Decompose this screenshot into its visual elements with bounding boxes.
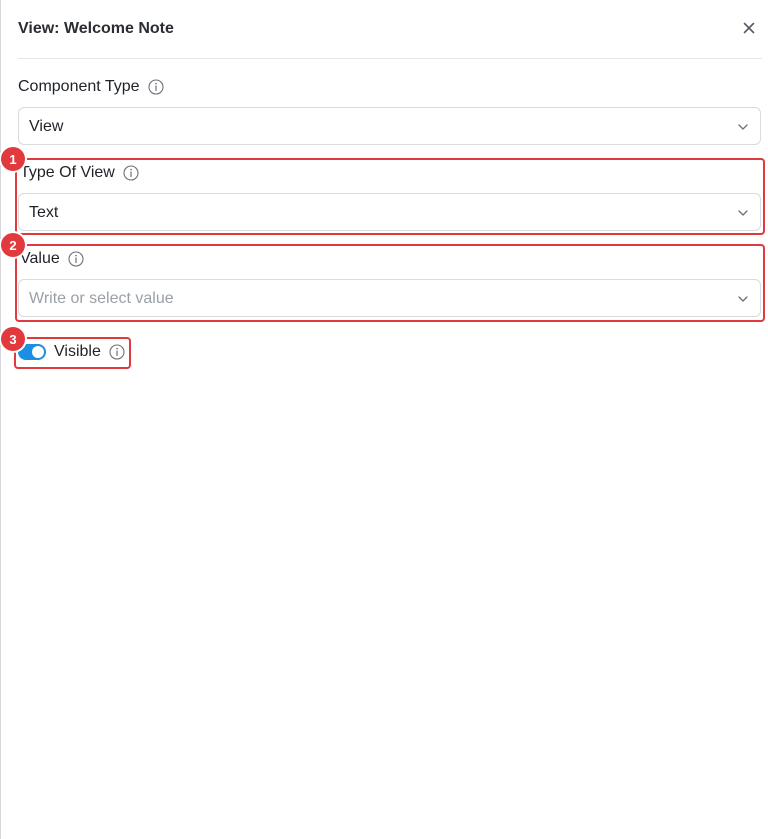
value-label: Value xyxy=(20,250,60,267)
type-of-view-select[interactable]: Text xyxy=(18,193,761,231)
toggle-knob xyxy=(32,346,44,358)
close-icon xyxy=(743,22,755,34)
properties-panel: View: Welcome Note Component Type View T… xyxy=(0,0,767,839)
value-label-row: Value xyxy=(20,250,84,268)
info-icon[interactable] xyxy=(109,344,125,360)
component-type-value: View xyxy=(29,118,64,135)
chevron-down-icon xyxy=(738,296,748,302)
info-icon[interactable] xyxy=(123,165,139,181)
value-combobox[interactable]: Write or select value xyxy=(18,279,761,317)
component-type-label: Component Type xyxy=(18,78,140,95)
annotation-badge-3: 3 xyxy=(1,327,25,351)
annotation-badge-2: 2 xyxy=(1,233,25,257)
visible-label: Visible xyxy=(54,343,101,360)
panel-header: View: Welcome Note xyxy=(18,0,762,59)
close-button[interactable] xyxy=(740,19,758,37)
component-type-select[interactable]: View xyxy=(18,107,761,145)
chevron-down-icon xyxy=(738,210,748,216)
type-of-view-label: Type Of View xyxy=(20,164,115,181)
annotation-badge-1: 1 xyxy=(1,147,25,171)
visible-toggle-row: Visible xyxy=(18,343,125,361)
type-of-view-label-row: Type Of View xyxy=(20,164,139,182)
value-placeholder: Write or select value xyxy=(29,290,174,307)
chevron-down-icon xyxy=(738,124,748,130)
panel-title: View: Welcome Note xyxy=(18,20,174,37)
type-of-view-value: Text xyxy=(29,204,59,221)
info-icon[interactable] xyxy=(148,79,164,95)
info-icon[interactable] xyxy=(68,251,84,267)
component-type-label-row: Component Type xyxy=(18,78,164,96)
